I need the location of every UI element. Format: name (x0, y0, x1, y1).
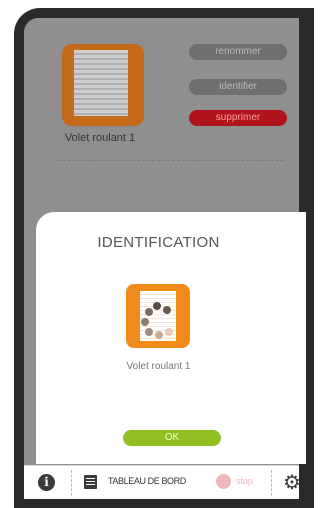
rename-button[interactable]: renommer (189, 44, 287, 60)
divider (58, 160, 284, 161)
shutter-slats (74, 50, 128, 116)
roller-shutter-icon[interactable] (62, 44, 144, 126)
product-card[interactable]: Volet roulant 1 (60, 44, 146, 144)
roller-shutter-identifying-icon (126, 284, 190, 348)
spinner-dot (145, 328, 153, 336)
spinner-dot (153, 302, 161, 310)
bottom-toolbar: i TABLEAU DE BORD stop ⚙ (24, 465, 301, 499)
identification-dialog: IDENTIFICATION Volet roulant 1 OK (36, 212, 306, 464)
spinner-dot (163, 306, 171, 314)
delete-button[interactable]: supprimer (189, 110, 287, 126)
stop-button[interactable]: stop (236, 476, 253, 486)
dashboard-button[interactable]: TABLEAU DE BORD (108, 476, 186, 486)
dialog-title: IDENTIFICATION (97, 234, 220, 251)
identify-button[interactable]: identifier (189, 79, 287, 95)
dashboard-list-icon[interactable] (84, 475, 97, 489)
gear-icon[interactable]: ⚙ (283, 470, 301, 495)
identifying-product-name: Volet roulant 1 (126, 361, 191, 372)
ok-button[interactable]: OK (123, 430, 221, 446)
spinner-dot (155, 331, 163, 339)
spinner-dot (141, 318, 149, 326)
product-name: Volet roulant 1 (64, 132, 136, 144)
info-icon[interactable]: i (38, 474, 55, 491)
spinner-dot (145, 308, 153, 316)
stop-icon[interactable] (216, 474, 231, 489)
spinner-dot (165, 328, 173, 336)
separator (271, 470, 272, 496)
separator (71, 470, 72, 496)
